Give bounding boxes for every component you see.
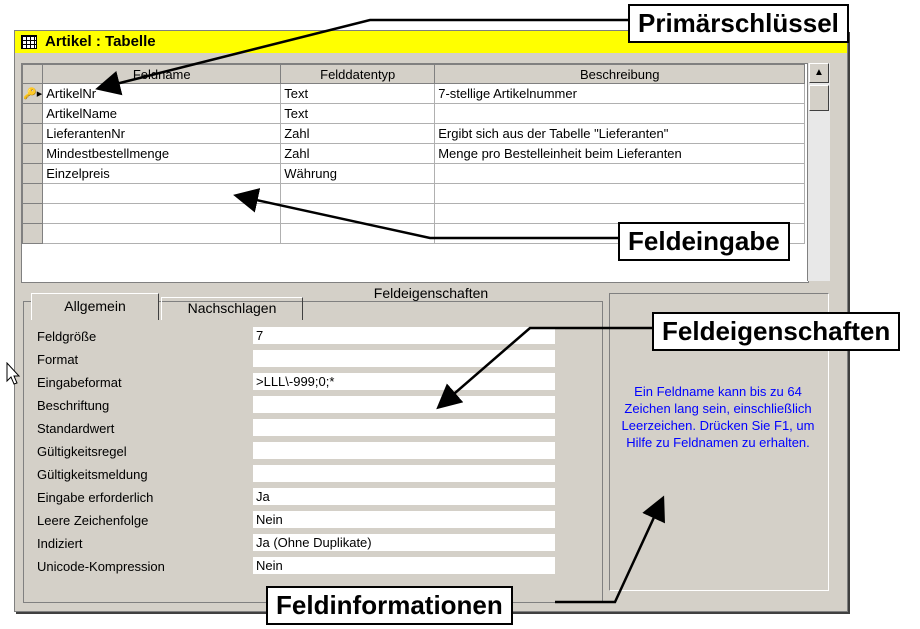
property-value-field[interactable] [253, 396, 555, 414]
cell-feldname[interactable] [42, 223, 282, 244]
cell-feldname[interactable]: Mindestbestellmenge [42, 143, 282, 164]
property-value-field[interactable]: >LLL\-999;0;* [253, 373, 555, 391]
property-label: Standardwert [37, 421, 115, 436]
row-selector-icon [21, 223, 44, 244]
table-row[interactable]: LieferantenNr Zahl Ergibt sich aus der Tab… [21, 123, 806, 144]
cell-feldname[interactable]: ArtikelNr [42, 83, 282, 104]
property-value-field[interactable] [253, 442, 555, 460]
property-value-field[interactable]: 7 [253, 327, 555, 345]
cell-felddatentyp[interactable] [280, 203, 436, 224]
property-value-field[interactable]: Ja (Ohne Duplikate) [253, 534, 555, 552]
cell-felddatentyp[interactable]: Zahl [280, 123, 436, 144]
scroll-thumb[interactable] [809, 85, 829, 111]
property-value-field[interactable]: Nein [253, 511, 555, 529]
cell-feldname[interactable]: ArtikelName [42, 103, 282, 124]
row-selector-header [21, 64, 44, 84]
property-label: Eingabeformat [37, 375, 122, 390]
cell-beschreibung[interactable]: Ergibt sich aus der Tabelle "Lieferanten… [434, 123, 806, 144]
table-row[interactable] [21, 183, 806, 204]
table-row[interactable]: ArtikelName Text [21, 103, 806, 124]
cell-feldname[interactable] [42, 203, 282, 224]
cell-felddatentyp[interactable]: Text [280, 83, 436, 104]
property-value-field[interactable]: Nein [253, 557, 555, 575]
cell-felddatentyp[interactable]: Text [280, 103, 436, 124]
row-selector-icon [21, 143, 44, 164]
row-selector-icon [21, 203, 44, 224]
cell-feldname[interactable]: Einzelpreis [42, 163, 282, 184]
cell-felddatentyp[interactable] [280, 223, 436, 244]
cell-feldname[interactable]: LieferantenNr [42, 123, 282, 144]
field-info-text: Ein Feldname kann bis zu 64 Zeichen lang… [621, 384, 815, 450]
cell-beschreibung[interactable]: Menge pro Bestelleinheit beim Lieferante… [434, 143, 806, 164]
grid-header-row: Feldname Felddatentyp Beschreibung [21, 64, 806, 84]
cell-beschreibung[interactable] [434, 183, 806, 204]
property-label: Indiziert [37, 536, 83, 551]
cell-felddatentyp[interactable] [280, 183, 436, 204]
property-label: Format [37, 352, 79, 367]
callout-field-entry: Feldeingabe [618, 222, 790, 261]
property-label: Unicode-Kompression [37, 559, 165, 574]
cell-beschreibung[interactable] [434, 203, 806, 224]
property-label: Beschriftung [37, 398, 110, 413]
property-value-field[interactable] [253, 350, 555, 368]
table-row[interactable] [21, 203, 806, 224]
callout-field-info: Feldinformationen [266, 586, 513, 625]
tab-allgemein[interactable]: Allgemein [31, 293, 159, 320]
column-header-felddatentyp[interactable]: Felddatentyp [280, 64, 436, 84]
table-row[interactable]: Mindestbestellmenge Zahl Menge pro Bestell… [21, 143, 806, 164]
row-selector-icon [21, 103, 44, 124]
column-header-feldname[interactable]: Feldname [42, 64, 282, 84]
row-selector-icon [21, 163, 44, 184]
table-row[interactable]: 🔑▸ ArtikelNr Text 7-stellige Artikelnummer [21, 83, 806, 104]
tab-nachschlagen[interactable]: Nachschlagen [161, 297, 303, 320]
table-icon [21, 35, 37, 49]
property-label: Leere Zeichenfolge [37, 513, 149, 528]
column-header-beschreibung[interactable]: Beschreibung [434, 64, 806, 84]
cell-felddatentyp[interactable]: Währung [280, 163, 436, 184]
row-selector-icon [21, 123, 44, 144]
table-row[interactable]: Einzelpreis Währung [21, 163, 806, 184]
row-selector-icon [21, 183, 44, 204]
row-selector-icon: 🔑▸ [21, 83, 44, 104]
scroll-up-icon[interactable]: ▲ [809, 63, 829, 83]
property-value-field[interactable]: Ja [253, 488, 555, 506]
mouse-cursor-icon [6, 362, 21, 385]
cell-beschreibung[interactable] [434, 163, 806, 184]
property-label: Feldgröße [37, 329, 97, 344]
property-value-field[interactable] [253, 465, 555, 483]
cell-feldname[interactable] [42, 183, 282, 204]
window-title: Artikel : Tabelle [45, 33, 156, 50]
callout-primary-key: Primärschlüssel [628, 4, 849, 43]
property-label: Eingabe erforderlich [37, 490, 154, 505]
property-value-field[interactable] [253, 419, 555, 437]
vertical-scrollbar[interactable]: ▲ [807, 63, 830, 281]
cell-felddatentyp[interactable]: Zahl [280, 143, 436, 164]
callout-field-properties: Feldeigenschaften [652, 312, 901, 351]
property-label: Gültigkeitsmeldung [37, 467, 148, 482]
property-label: Gültigkeitsregel [37, 444, 127, 459]
cell-beschreibung[interactable]: 7-stellige Artikelnummer [434, 83, 806, 104]
cell-beschreibung[interactable] [434, 103, 806, 124]
